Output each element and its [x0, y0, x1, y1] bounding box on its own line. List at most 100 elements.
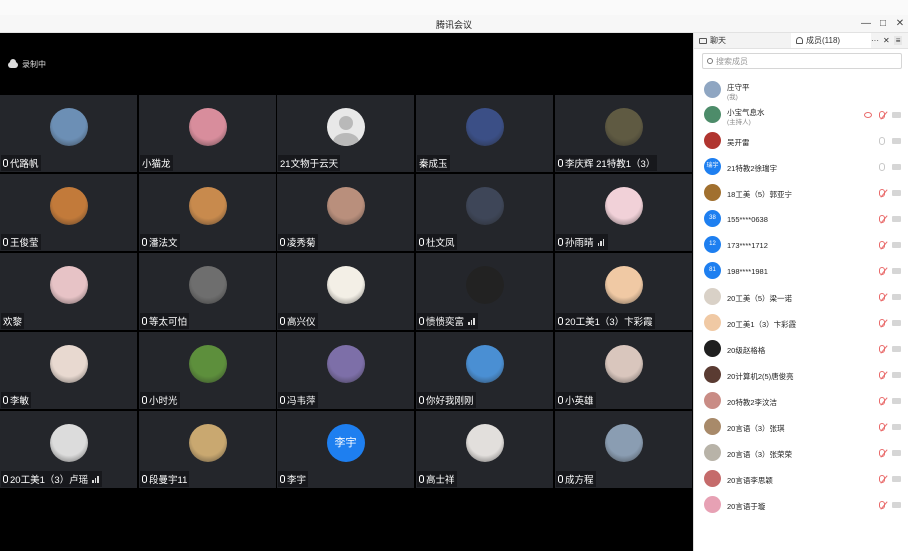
- member-row[interactable]: 81 198****1981: [694, 258, 908, 284]
- video-tile[interactable]: 你好我刚刚: [416, 332, 553, 409]
- participant-name: 杜文凤: [426, 238, 455, 249]
- microphone-muted-icon[interactable]: [879, 319, 885, 327]
- video-tile[interactable]: 段曼宇11: [139, 411, 276, 488]
- camera-off-icon[interactable]: [892, 164, 901, 170]
- window-title: 腾讯会议: [435, 20, 472, 30]
- video-tile[interactable]: 欢黎: [0, 253, 137, 330]
- member-row[interactable]: 瑞宇 21特教2徐瑞宇: [694, 154, 908, 180]
- camera-off-icon[interactable]: [892, 268, 901, 274]
- video-tile[interactable]: 凌秀菊: [277, 174, 414, 251]
- member-row[interactable]: 12 173****1712: [694, 232, 908, 258]
- camera-off-icon[interactable]: [892, 320, 901, 326]
- microphone-icon[interactable]: [879, 137, 885, 145]
- microphone-icon: [419, 396, 424, 404]
- camera-off-icon[interactable]: [892, 372, 901, 378]
- video-tile[interactable]: 杜文凤: [416, 174, 553, 251]
- microphone-icon[interactable]: [879, 163, 885, 171]
- participant-name-tag: 杜文凤: [417, 234, 457, 250]
- member-row[interactable]: 小宝气息水 (主持人): [694, 102, 908, 128]
- search-placeholder: 搜索成员: [716, 56, 748, 66]
- camera-off-icon[interactable]: [892, 450, 901, 456]
- microphone-icon: [419, 238, 424, 246]
- member-avatar: [704, 496, 721, 513]
- video-tile[interactable]: 等太可怕: [139, 253, 276, 330]
- microphone-muted-icon[interactable]: [879, 189, 885, 197]
- microphone-muted-icon[interactable]: [879, 423, 885, 431]
- member-search-input[interactable]: 搜索成员: [702, 53, 902, 69]
- video-tile[interactable]: 愦愦奕富: [416, 253, 553, 330]
- video-tile[interactable]: 代路帆: [0, 95, 137, 172]
- camera-off-icon[interactable]: [892, 424, 901, 430]
- video-tile[interactable]: 李宇 李宇: [277, 411, 414, 488]
- participant-name: 高兴仪: [287, 317, 316, 328]
- member-row[interactable]: 20言语（3）张荣荣: [694, 440, 908, 466]
- video-tile[interactable]: 秦成玉: [416, 95, 553, 172]
- camera-off-icon[interactable]: [892, 190, 901, 196]
- microphone-muted-icon[interactable]: [879, 215, 885, 223]
- video-tile[interactable]: 20工美1（3）卞彩霞: [555, 253, 692, 330]
- camera-off-icon[interactable]: [892, 216, 901, 222]
- microphone-muted-icon[interactable]: [879, 241, 885, 249]
- member-row[interactable]: 20言语于璇: [694, 492, 908, 518]
- camera-off-icon[interactable]: [892, 346, 901, 352]
- video-tile[interactable]: 李庆辉 21特教1（3）: [555, 95, 692, 172]
- video-tile[interactable]: 高兴仪: [277, 253, 414, 330]
- video-tile[interactable]: 李敏: [0, 332, 137, 409]
- member-row[interactable]: 20工美（5）梁一诺: [694, 284, 908, 310]
- microphone-muted-icon[interactable]: [879, 345, 885, 353]
- microphone-muted-icon[interactable]: [879, 501, 885, 509]
- panel-expand-button[interactable]: ≡: [893, 36, 903, 45]
- video-tile[interactable]: 潘法文: [139, 174, 276, 251]
- camera-off-icon[interactable]: [892, 112, 901, 118]
- video-tile[interactable]: 冯韦萍: [277, 332, 414, 409]
- member-row[interactable]: 20级赵格格: [694, 336, 908, 362]
- microphone-muted-icon[interactable]: [879, 397, 885, 405]
- tab-members[interactable]: 成员(118): [791, 33, 871, 48]
- video-tile[interactable]: 21文物于云天: [277, 95, 414, 172]
- microphone-muted-icon[interactable]: [879, 371, 885, 379]
- camera-off-icon[interactable]: [892, 398, 901, 404]
- video-tile[interactable]: 王俊莹: [0, 174, 137, 251]
- eye-icon: [864, 112, 872, 118]
- participant-avatar: [49, 345, 88, 383]
- video-tile[interactable]: 小时光: [139, 332, 276, 409]
- member-row[interactable]: 20言语（3）张琪: [694, 414, 908, 440]
- member-row[interactable]: 20计算机2(5)唐俊亮: [694, 362, 908, 388]
- camera-off-icon[interactable]: [892, 476, 901, 482]
- close-button[interactable]: ✕: [893, 17, 907, 31]
- panel-close-button[interactable]: ✕: [883, 36, 890, 45]
- video-tile[interactable]: 20工美1（3）卢瑶: [0, 411, 137, 488]
- tab-chat[interactable]: 聊天: [694, 33, 791, 48]
- title-bar: 腾讯会议 — □ ✕: [0, 15, 908, 33]
- video-tile[interactable]: 高士祥: [416, 411, 553, 488]
- camera-off-icon[interactable]: [892, 242, 901, 248]
- video-tile[interactable]: 小英雄: [555, 332, 692, 409]
- minimize-button[interactable]: —: [859, 17, 873, 31]
- microphone-muted-icon[interactable]: [879, 111, 885, 119]
- camera-off-icon[interactable]: [892, 138, 901, 144]
- member-row[interactable]: 18工美（5）郭亚宁: [694, 180, 908, 206]
- microphone-muted-icon[interactable]: [879, 293, 885, 301]
- camera-off-icon[interactable]: [892, 294, 901, 300]
- member-row[interactable]: 38 155****0638: [694, 206, 908, 232]
- participant-name-tag: 秦成玉: [417, 155, 450, 171]
- maximize-button[interactable]: □: [876, 17, 890, 31]
- video-tile[interactable]: 成方程: [555, 411, 692, 488]
- participant-name: 欢黎: [3, 317, 23, 328]
- participant-name: 李宇: [287, 475, 307, 486]
- more-button[interactable]: ···: [871, 36, 879, 45]
- member-row[interactable]: 20特教2李汶洁: [694, 388, 908, 414]
- microphone-muted-icon[interactable]: [879, 449, 885, 457]
- microphone-muted-icon[interactable]: [879, 267, 885, 275]
- member-row[interactable]: 庄守平 (我): [694, 77, 908, 103]
- microphone-muted-icon[interactable]: [879, 475, 885, 483]
- member-name: 吴开雷: [727, 138, 750, 147]
- participant-avatar: [604, 266, 643, 304]
- member-row[interactable]: 吴开雷: [694, 128, 908, 154]
- video-tile[interactable]: 小猫龙: [139, 95, 276, 172]
- video-tile[interactable]: 孙雨晴: [555, 174, 692, 251]
- camera-off-icon[interactable]: [892, 502, 901, 508]
- member-row[interactable]: 20工美1（3）卞彩霞: [694, 310, 908, 336]
- microphone-icon: [142, 396, 147, 404]
- member-row[interactable]: 20言语李思颖: [694, 466, 908, 492]
